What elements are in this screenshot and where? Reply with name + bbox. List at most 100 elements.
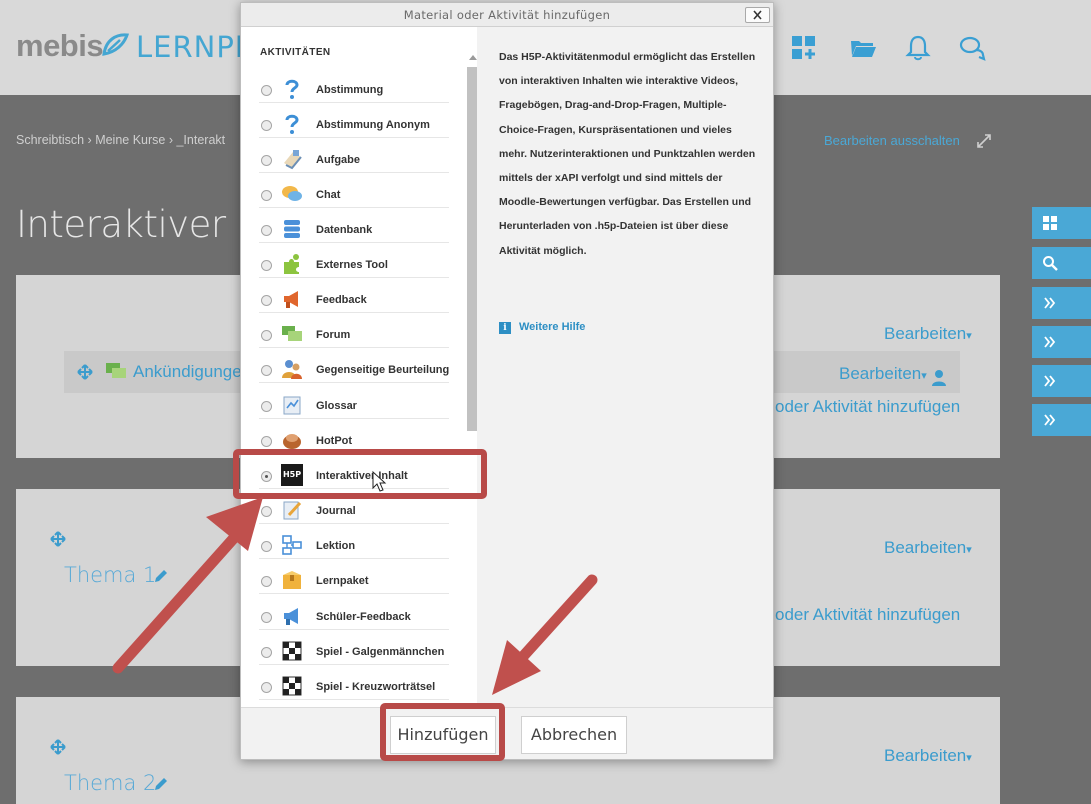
radio[interactable]: [261, 612, 272, 623]
activity-option-chat[interactable]: Chat: [259, 182, 449, 208]
topic-2-title[interactable]: Thema 2: [64, 771, 156, 795]
hotpot-icon: [283, 434, 301, 449]
topic-2-edit-label: Bearbeiten: [884, 746, 967, 765]
activity-description-pane: Das H5P-Aktivitätenmodul ermöglicht das …: [483, 27, 773, 707]
move-icon[interactable]: [50, 739, 66, 755]
activity-label: Aufgabe: [316, 154, 360, 166]
section-edit-label: Bearbeiten: [884, 324, 967, 343]
activity-option-datenbank[interactable]: Datenbank: [259, 217, 449, 243]
activity-option-lektion[interactable]: Lektion: [259, 533, 449, 559]
block-expand-button-3[interactable]: [1032, 365, 1091, 397]
topic-1-title[interactable]: Thema 1: [64, 563, 156, 587]
dialog-title: Material oder Aktivität hinzufügen: [403, 8, 611, 22]
announcement-edit-menu[interactable]: Bearbeiten▾: [839, 364, 927, 384]
double-chevron-right-icon: [1044, 414, 1056, 426]
double-chevron-right-icon: [1044, 375, 1056, 387]
activity-option-glossar[interactable]: Glossar: [259, 393, 449, 419]
puzzle-icon: [284, 254, 299, 274]
topic-1-edit-menu[interactable]: Bearbeiten▾: [884, 538, 972, 558]
more-help-label: Weitere Hilfe: [519, 321, 586, 333]
add-activity-link-1[interactable]: oder Aktivität hinzufügen: [775, 397, 960, 417]
block-search-button[interactable]: [1032, 247, 1091, 279]
activity-label: Schüler-Feedback: [316, 611, 411, 623]
radio[interactable]: [261, 401, 272, 412]
activity-option-externes-tool[interactable]: Externes Tool: [259, 252, 449, 278]
package-icon: [283, 571, 301, 589]
bell-icon[interactable]: [904, 34, 932, 62]
close-icon: [753, 10, 762, 20]
activity-option-spiel-kreuzwortraetsel[interactable]: Spiel - Kreuzworträtsel: [259, 674, 449, 700]
block-expand-button-2[interactable]: [1032, 326, 1091, 358]
logo-text: mebis: [16, 28, 104, 63]
radio-selected[interactable]: [261, 471, 272, 482]
checker-icon: [282, 641, 302, 661]
folder-open-icon[interactable]: [849, 34, 877, 62]
radio[interactable]: [261, 436, 272, 447]
activity-option-interaktiver-inhalt[interactable]: H5P Interaktiver Inhalt: [259, 463, 449, 489]
topic-1-edit-label: Bearbeiten: [884, 538, 967, 557]
activity-label: Spiel - Galgenmännchen: [316, 646, 445, 658]
activity-option-feedback[interactable]: Feedback: [259, 287, 449, 313]
radio[interactable]: [261, 647, 272, 658]
activity-label: Gegenseitige Beurteilung: [316, 364, 450, 376]
search-icon: [1043, 256, 1058, 271]
messages-icon[interactable]: [958, 34, 986, 62]
dashboard-add-icon[interactable]: [790, 34, 818, 62]
add-activity-link-2[interactable]: oder Aktivität hinzufügen: [775, 605, 960, 625]
announcement-link[interactable]: Ankündigunge: [133, 362, 242, 382]
radio[interactable]: [261, 155, 272, 166]
assignment-icon: [284, 150, 302, 170]
radio[interactable]: [261, 576, 272, 587]
h5p-icon: H5P: [281, 464, 303, 486]
user-icon[interactable]: [931, 369, 947, 387]
radio[interactable]: [261, 120, 272, 131]
radio[interactable]: [261, 330, 272, 341]
edit-pencil-icon[interactable]: [152, 567, 170, 585]
activity-option-aufgabe[interactable]: Aufgabe: [259, 147, 449, 173]
dropdown-caret: ▾: [966, 752, 972, 764]
move-icon[interactable]: [50, 531, 66, 547]
scroll-up-arrow-icon[interactable]: [469, 54, 477, 60]
activity-option-gegenseitige-beurteilung[interactable]: Gegenseitige Beurteilung: [259, 357, 449, 383]
activity-label: Lernpaket: [316, 575, 369, 587]
announcement-edit-label: Bearbeiten: [839, 364, 922, 383]
section-edit-menu[interactable]: Bearbeiten▾: [884, 324, 972, 344]
more-help-link[interactable]: i Weitere Hilfe: [499, 321, 585, 334]
cancel-button[interactable]: Abbrechen: [521, 716, 627, 754]
radio[interactable]: [261, 506, 272, 517]
topic-2-edit-menu[interactable]: Bearbeiten▾: [884, 746, 972, 766]
radio[interactable]: [261, 541, 272, 552]
activity-list: AKTIVITÄTEN Abstimmung Abstimmung Anonym…: [241, 27, 477, 707]
edit-pencil-icon[interactable]: [152, 775, 170, 793]
radio[interactable]: [261, 682, 272, 693]
radio[interactable]: [261, 225, 272, 236]
section-heading-activities: AKTIVITÄTEN: [260, 47, 331, 58]
radio[interactable]: [261, 85, 272, 96]
scrollbar-thumb[interactable]: [467, 67, 477, 431]
activity-option-abstimmung-anonym[interactable]: Abstimmung Anonym: [259, 112, 449, 138]
block-expand-button-4[interactable]: [1032, 404, 1091, 436]
activity-option-hotpot[interactable]: HotPot: [259, 428, 449, 454]
activity-option-journal[interactable]: Journal: [259, 498, 449, 524]
activity-option-abstimmung[interactable]: Abstimmung: [259, 77, 449, 103]
block-expand-button-1[interactable]: [1032, 287, 1091, 319]
breadcrumb[interactable]: Schreibtisch › Meine Kurse › _Interakt: [16, 133, 225, 147]
radio[interactable]: [261, 365, 272, 376]
move-icon[interactable]: [77, 364, 93, 380]
edit-mode-toggle-link[interactable]: Bearbeiten ausschalten: [824, 133, 960, 148]
add-button[interactable]: Hinzufügen: [390, 716, 496, 754]
expand-icon[interactable]: [975, 132, 993, 150]
close-button[interactable]: ×: [745, 7, 770, 23]
block-dashboard-button[interactable]: [1032, 207, 1091, 239]
activity-option-forum[interactable]: Forum: [259, 322, 449, 348]
activity-option-schueler-feedback[interactable]: Schüler-Feedback: [259, 604, 449, 630]
radio[interactable]: [261, 260, 272, 271]
activity-option-lernpaket[interactable]: Lernpaket: [259, 568, 449, 594]
activity-label: Abstimmung: [316, 84, 384, 96]
activity-label: HotPot: [316, 435, 353, 447]
radio[interactable]: [261, 190, 272, 201]
radio[interactable]: [261, 295, 272, 306]
activity-label: Spiel - Kreuzworträtsel: [316, 681, 436, 693]
dropdown-caret: ▾: [966, 330, 972, 342]
activity-option-spiel-galgenmaennchen[interactable]: Spiel - Galgenmännchen: [259, 639, 449, 665]
